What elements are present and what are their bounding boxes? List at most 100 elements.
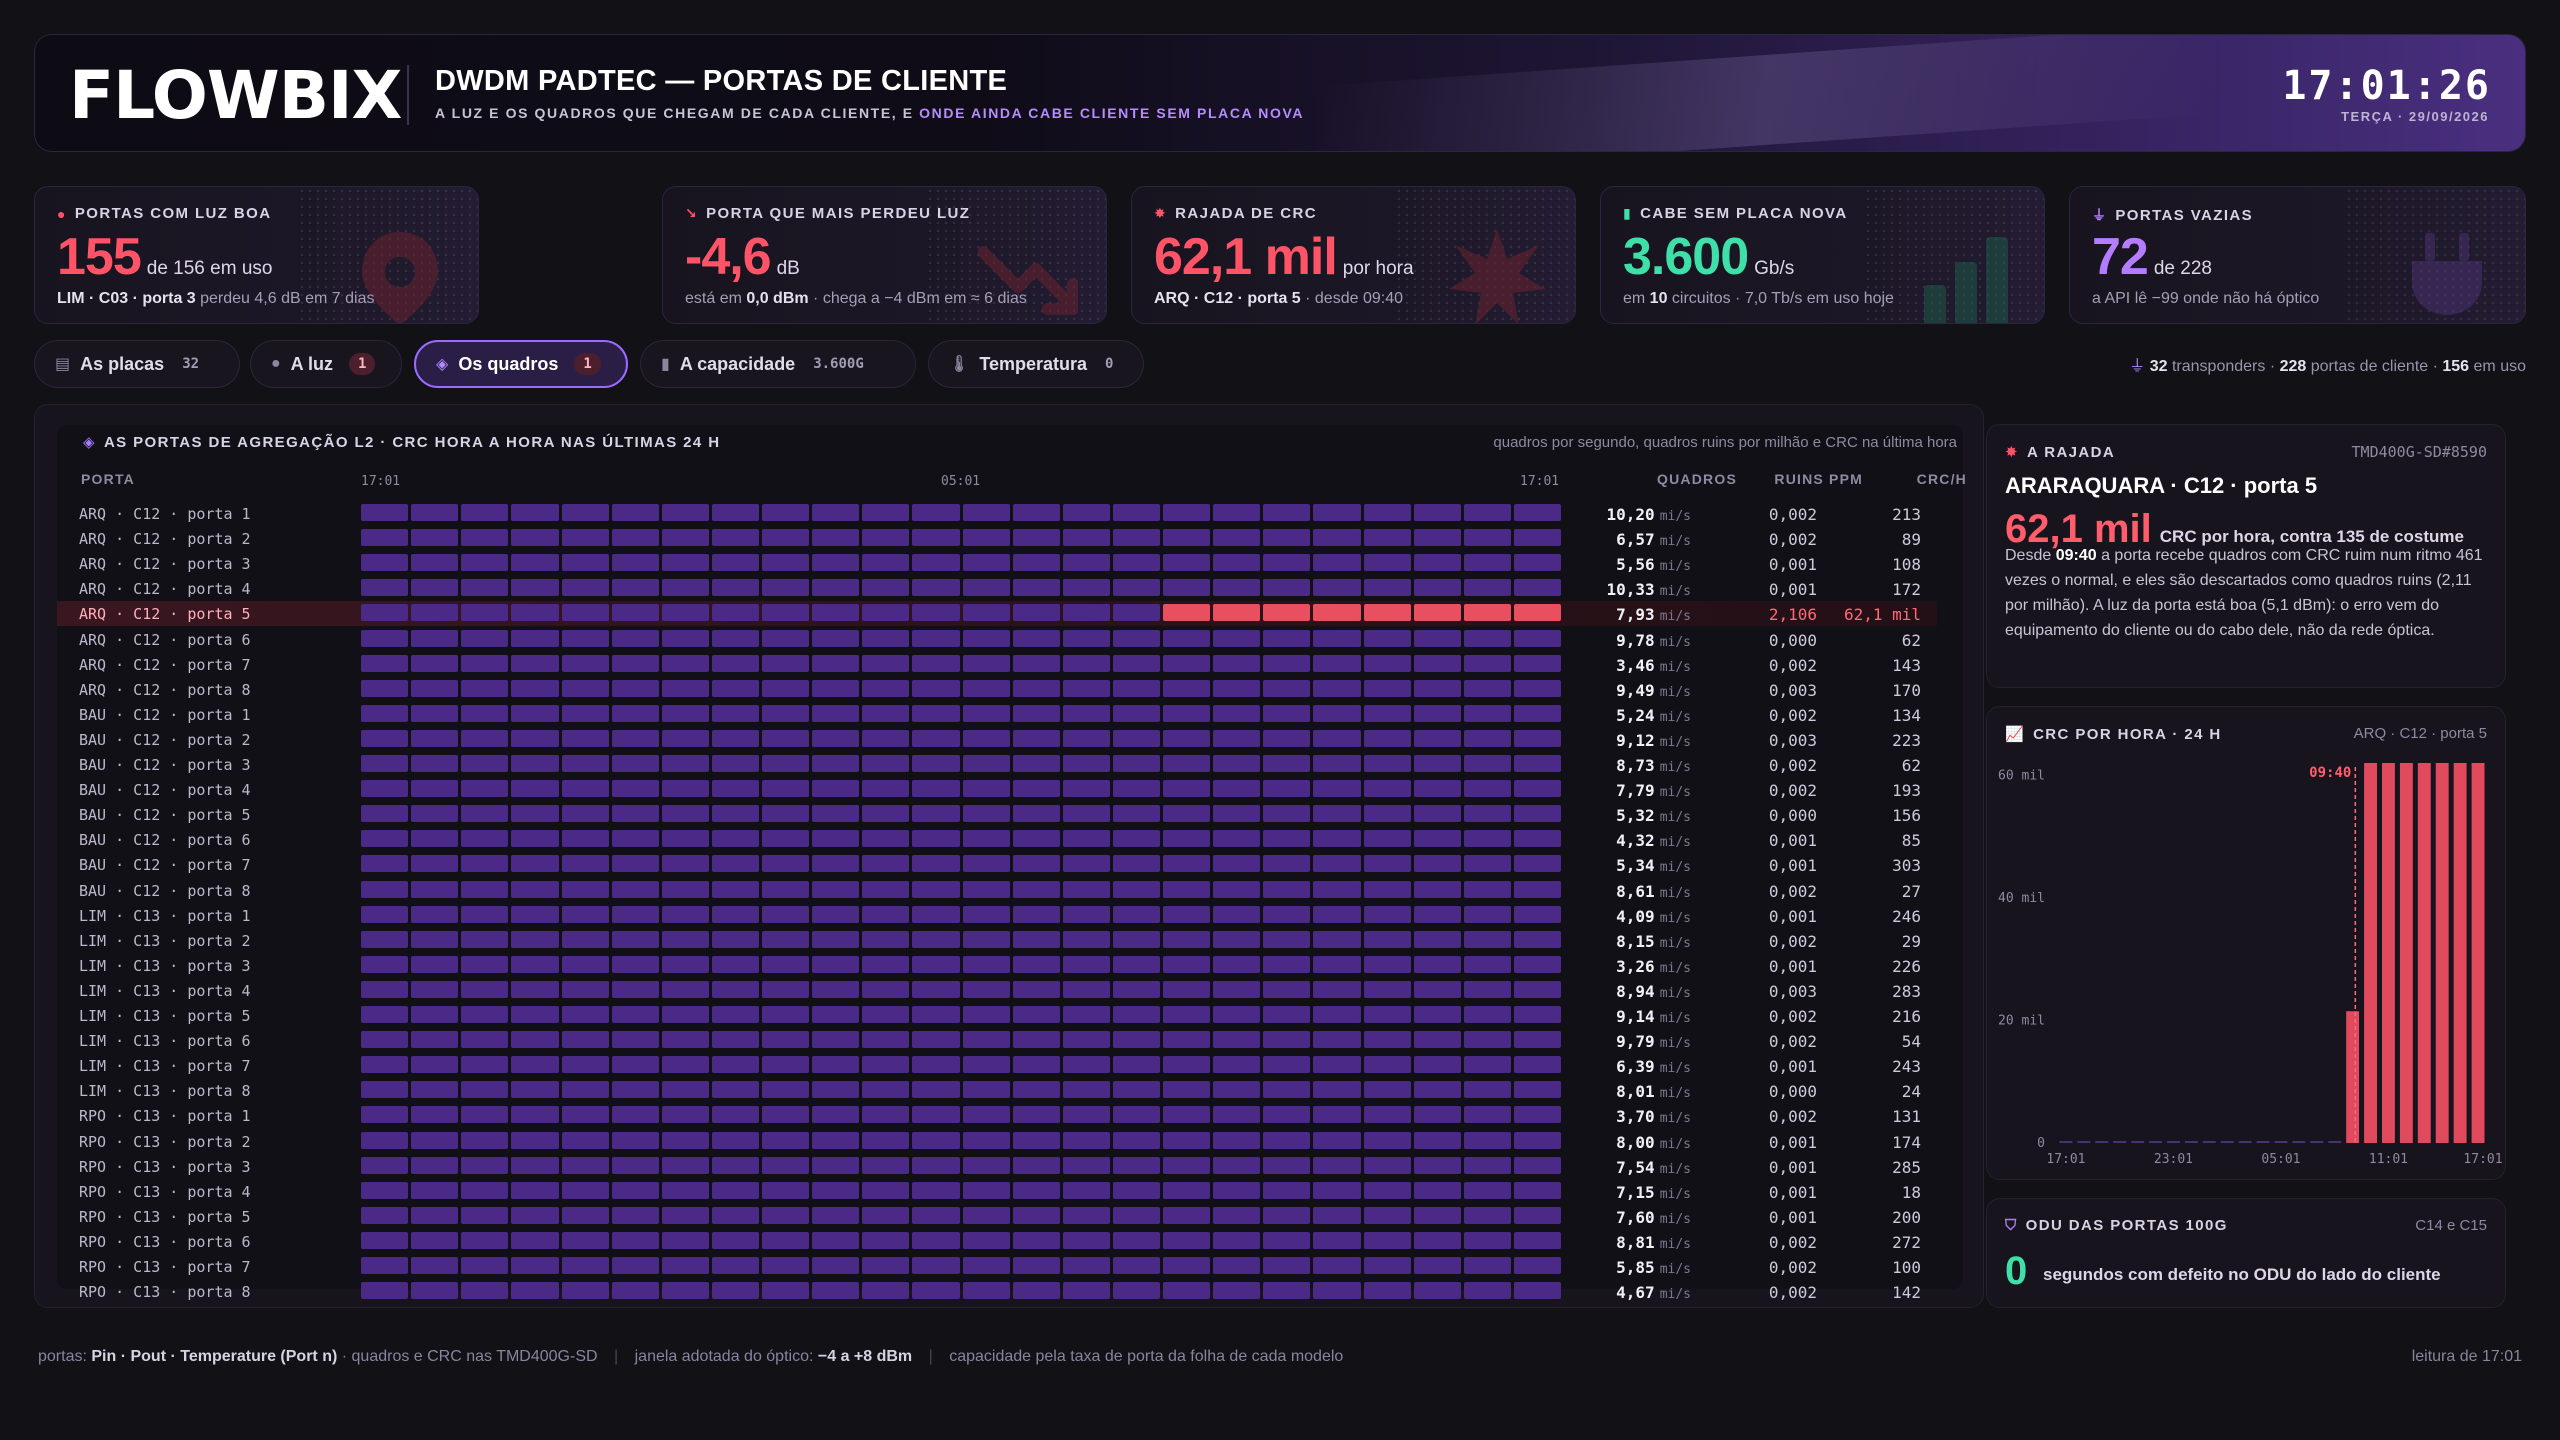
hour-cell[interactable] — [962, 955, 1010, 973]
hour-cell[interactable] — [661, 755, 709, 772]
tab-temperatura[interactable]: 🌡 Temperatura 0 — [928, 340, 1144, 388]
hour-cell[interactable] — [361, 604, 409, 622]
hour-cell[interactable] — [812, 930, 860, 948]
hour-cell[interactable] — [1413, 805, 1461, 823]
table-row[interactable]: RPO · C13 · porta 1 3,70 mi/s 0,002 131 — [57, 1103, 1937, 1128]
hour-cell[interactable] — [1313, 629, 1361, 647]
hour-cell[interactable] — [511, 905, 559, 923]
hour-cell[interactable] — [1313, 1181, 1361, 1199]
hour-cell[interactable] — [862, 554, 910, 572]
hour-cell[interactable] — [461, 1031, 509, 1049]
hour-cell[interactable] — [561, 554, 609, 572]
hour-cell[interactable] — [1163, 729, 1211, 747]
hour-cell[interactable] — [1012, 805, 1060, 823]
hour-cell[interactable] — [812, 1106, 860, 1124]
hour-cell[interactable] — [711, 604, 759, 622]
hour-cell[interactable] — [361, 905, 409, 923]
hour-cell[interactable] — [561, 704, 609, 722]
hour-cell[interactable] — [361, 504, 409, 521]
hour-cell[interactable] — [361, 1206, 409, 1224]
hour-cell[interactable] — [812, 629, 860, 647]
hour-cell[interactable] — [461, 1206, 509, 1224]
hour-cell[interactable] — [561, 629, 609, 647]
hour-cell[interactable] — [461, 1131, 509, 1149]
hour-cell[interactable] — [1163, 629, 1211, 647]
hour-cell[interactable] — [1163, 1031, 1211, 1049]
hour-cell[interactable] — [1012, 1006, 1060, 1023]
hour-cell[interactable] — [461, 955, 509, 973]
hour-cell[interactable] — [812, 1282, 860, 1300]
hour-cell[interactable] — [1163, 679, 1211, 697]
hour-cell[interactable] — [461, 1181, 509, 1199]
hour-cell[interactable] — [1413, 1106, 1461, 1124]
hour-cell[interactable] — [1213, 880, 1261, 898]
hour-cell[interactable] — [1363, 1006, 1411, 1023]
hour-cell[interactable] — [1213, 1282, 1261, 1300]
hour-cell[interactable] — [1112, 1231, 1160, 1249]
hour-cell[interactable] — [1413, 1231, 1461, 1249]
hour-cell[interactable] — [1112, 654, 1160, 672]
hour-cell[interactable] — [1363, 1131, 1411, 1149]
hour-cell[interactable] — [1213, 704, 1261, 722]
hour-cell[interactable] — [962, 629, 1010, 647]
hour-cell[interactable] — [611, 805, 659, 823]
hour-cell[interactable] — [1463, 1156, 1511, 1174]
hour-cell[interactable] — [1163, 930, 1211, 948]
hour-cell[interactable] — [1413, 1257, 1461, 1274]
hour-cell[interactable] — [812, 1006, 860, 1023]
hour-cell[interactable] — [762, 1081, 810, 1099]
hour-cell[interactable] — [1413, 1181, 1461, 1199]
hour-cell[interactable] — [411, 654, 459, 672]
hour-cell[interactable] — [1513, 930, 1561, 948]
hour-cell[interactable] — [962, 780, 1010, 798]
hour-cell[interactable] — [1463, 1081, 1511, 1099]
hour-cell[interactable] — [1012, 704, 1060, 722]
hour-cell[interactable] — [1313, 1031, 1361, 1049]
hour-cell[interactable] — [1513, 729, 1561, 747]
hour-cell[interactable] — [461, 654, 509, 672]
hour-cell[interactable] — [1263, 1181, 1311, 1199]
hour-cell[interactable] — [661, 679, 709, 697]
hour-cell[interactable] — [962, 554, 1010, 572]
hour-cell[interactable] — [1513, 1206, 1561, 1224]
hour-cell[interactable] — [1363, 805, 1411, 823]
hour-cell[interactable] — [611, 529, 659, 547]
hour-cell[interactable] — [361, 1056, 409, 1074]
hour-cell[interactable] — [461, 529, 509, 547]
hour-cell[interactable] — [461, 805, 509, 823]
hour-cell[interactable] — [1463, 755, 1511, 772]
hour-cell[interactable] — [661, 855, 709, 873]
hour-cell[interactable] — [611, 855, 659, 873]
hour-cell[interactable] — [1163, 1257, 1211, 1274]
hour-cell[interactable] — [1313, 1206, 1361, 1224]
hour-cell[interactable] — [962, 1106, 1010, 1124]
hour-cell[interactable] — [611, 1006, 659, 1023]
hour-cell[interactable] — [1012, 729, 1060, 747]
hour-cell[interactable] — [561, 654, 609, 672]
hour-cell[interactable] — [511, 704, 559, 722]
hour-cell[interactable] — [461, 554, 509, 572]
hour-cell[interactable] — [1513, 604, 1561, 622]
hour-cell[interactable] — [1263, 629, 1311, 647]
hour-cell[interactable] — [611, 729, 659, 747]
table-row[interactable]: RPO · C13 · porta 6 8,81 mi/s 0,002 272 — [57, 1229, 1937, 1254]
hour-cell[interactable] — [1413, 529, 1461, 547]
hour-cell[interactable] — [762, 1006, 810, 1023]
hour-cell[interactable] — [912, 679, 960, 697]
hour-cell[interactable] — [1463, 905, 1511, 923]
hour-cell[interactable] — [511, 755, 559, 772]
hour-cell[interactable] — [1313, 554, 1361, 572]
hour-cell[interactable] — [762, 955, 810, 973]
hour-cell[interactable] — [1363, 1081, 1411, 1099]
hour-cell[interactable] — [1012, 554, 1060, 572]
hour-cell[interactable] — [1263, 1131, 1311, 1149]
hour-cell[interactable] — [661, 1282, 709, 1300]
hour-cell[interactable] — [1363, 880, 1411, 898]
hour-cell[interactable] — [1313, 855, 1361, 873]
hour-cell[interactable] — [1513, 704, 1561, 722]
hour-cell[interactable] — [611, 780, 659, 798]
hour-cell[interactable] — [1062, 654, 1110, 672]
table-row[interactable]: LIM · C13 · porta 3 3,26 mi/s 0,001 226 — [57, 953, 1937, 978]
hour-cell[interactable] — [1163, 780, 1211, 798]
hour-cell[interactable] — [862, 1282, 910, 1300]
